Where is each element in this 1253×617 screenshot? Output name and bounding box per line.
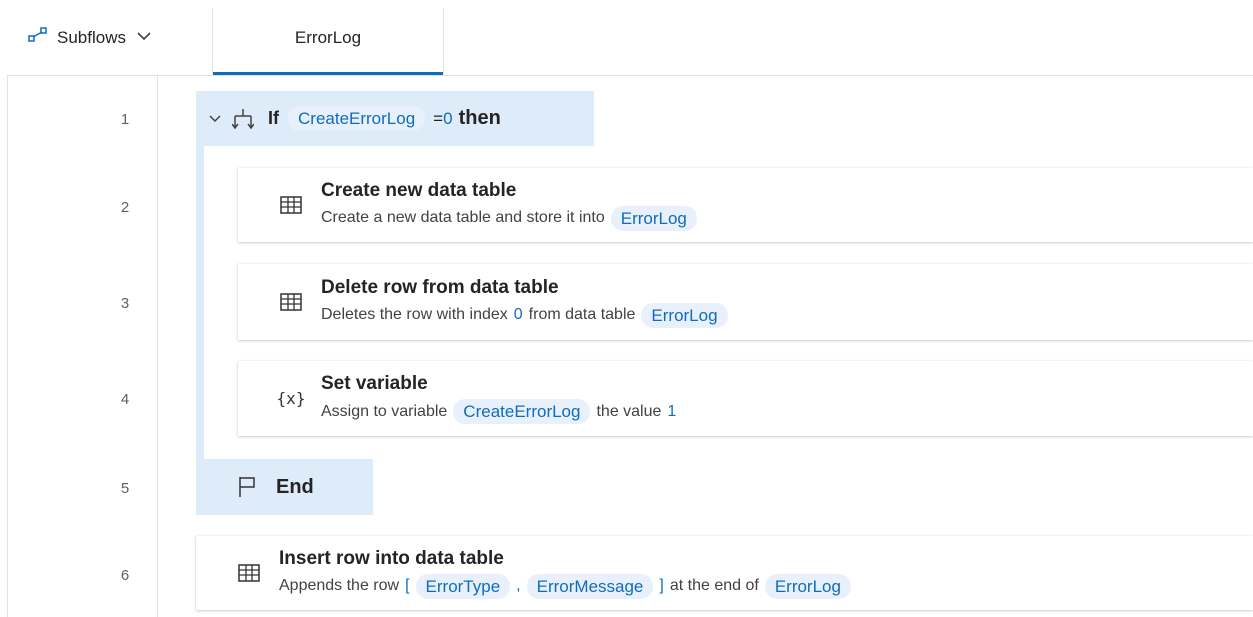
line-number: 2	[120, 199, 130, 216]
subflows-dropdown[interactable]: Subflows	[16, 0, 206, 75]
action-desc: from data table	[528, 306, 636, 323]
if-operator: =	[433, 108, 444, 128]
line-number: 5	[120, 480, 130, 497]
tab-errorlog-label: ErrorLog	[294, 27, 362, 47]
variable-pill[interactable]: ErrorLog	[641, 302, 728, 328]
action-create-data-table[interactable]: Create new data table Create a new data …	[238, 168, 1253, 242]
variable-pill[interactable]: ErrorMessage	[526, 573, 654, 599]
collapse-chevron-icon[interactable]	[208, 114, 222, 124]
left-border	[7, 0, 8, 617]
action-set-variable[interactable]: {x} Set variable Assign to variable Crea…	[238, 361, 1253, 436]
assigned-value: 1	[667, 402, 677, 420]
subflows-label: Subflows	[57, 27, 126, 47]
if-value: 0	[443, 108, 453, 128]
row-index: 0	[513, 306, 523, 323]
if-block-rail	[196, 146, 204, 459]
action-desc: Create a new data table and store it int…	[321, 209, 605, 226]
close-bracket: ]	[659, 577, 664, 594]
action-desc: Appends the row	[279, 577, 400, 594]
tab-errorlog[interactable]: ErrorLog	[213, 0, 443, 75]
variable-pill[interactable]: ErrorLog	[764, 573, 851, 599]
line-number: 1	[120, 111, 130, 128]
variable-pill[interactable]: ErrorLog	[610, 205, 697, 231]
action-insert-row[interactable]: Insert row into data table Appends the r…	[196, 536, 1253, 610]
table-icon	[234, 564, 264, 582]
variable-pill[interactable]: CreateErrorLog	[453, 399, 591, 424]
end-keyword: End	[276, 475, 314, 498]
tab-divider	[443, 8, 444, 74]
chevron-down-icon	[135, 29, 153, 47]
subflow-icon	[28, 26, 48, 49]
if-branch-icon	[232, 108, 254, 130]
tab-active-indicator	[213, 72, 443, 75]
then-keyword: then	[458, 107, 501, 129]
action-desc: Assign to variable	[321, 402, 448, 420]
if-action[interactable]: If CreateErrorLog = 0 then	[196, 91, 594, 146]
line-number: 6	[120, 567, 130, 584]
comma: ,	[516, 577, 521, 594]
variable-pill[interactable]: ErrorType	[415, 573, 511, 599]
table-icon	[276, 196, 306, 214]
action-title: Delete row from data table	[321, 276, 559, 298]
action-desc: at the end of	[669, 577, 759, 594]
if-keyword: If	[268, 108, 279, 128]
end-action[interactable]: End	[196, 459, 373, 515]
line-number: 4	[120, 391, 130, 408]
variable-pill[interactable]: CreateErrorLog	[288, 106, 426, 131]
action-desc: Deletes the row with index	[321, 306, 508, 323]
flag-icon	[238, 476, 258, 498]
action-title: Set variable	[321, 373, 428, 394]
line-number: 3	[120, 295, 130, 312]
action-desc: the value	[596, 402, 662, 420]
table-icon	[276, 293, 306, 311]
action-title: Create new data table	[321, 179, 517, 201]
open-bracket: [	[405, 577, 410, 594]
action-title: Insert row into data table	[279, 547, 504, 569]
variable-icon: {x}	[276, 389, 306, 408]
gutter-divider	[157, 76, 158, 617]
action-delete-row[interactable]: Delete row from data table Deletes the r…	[238, 264, 1253, 340]
